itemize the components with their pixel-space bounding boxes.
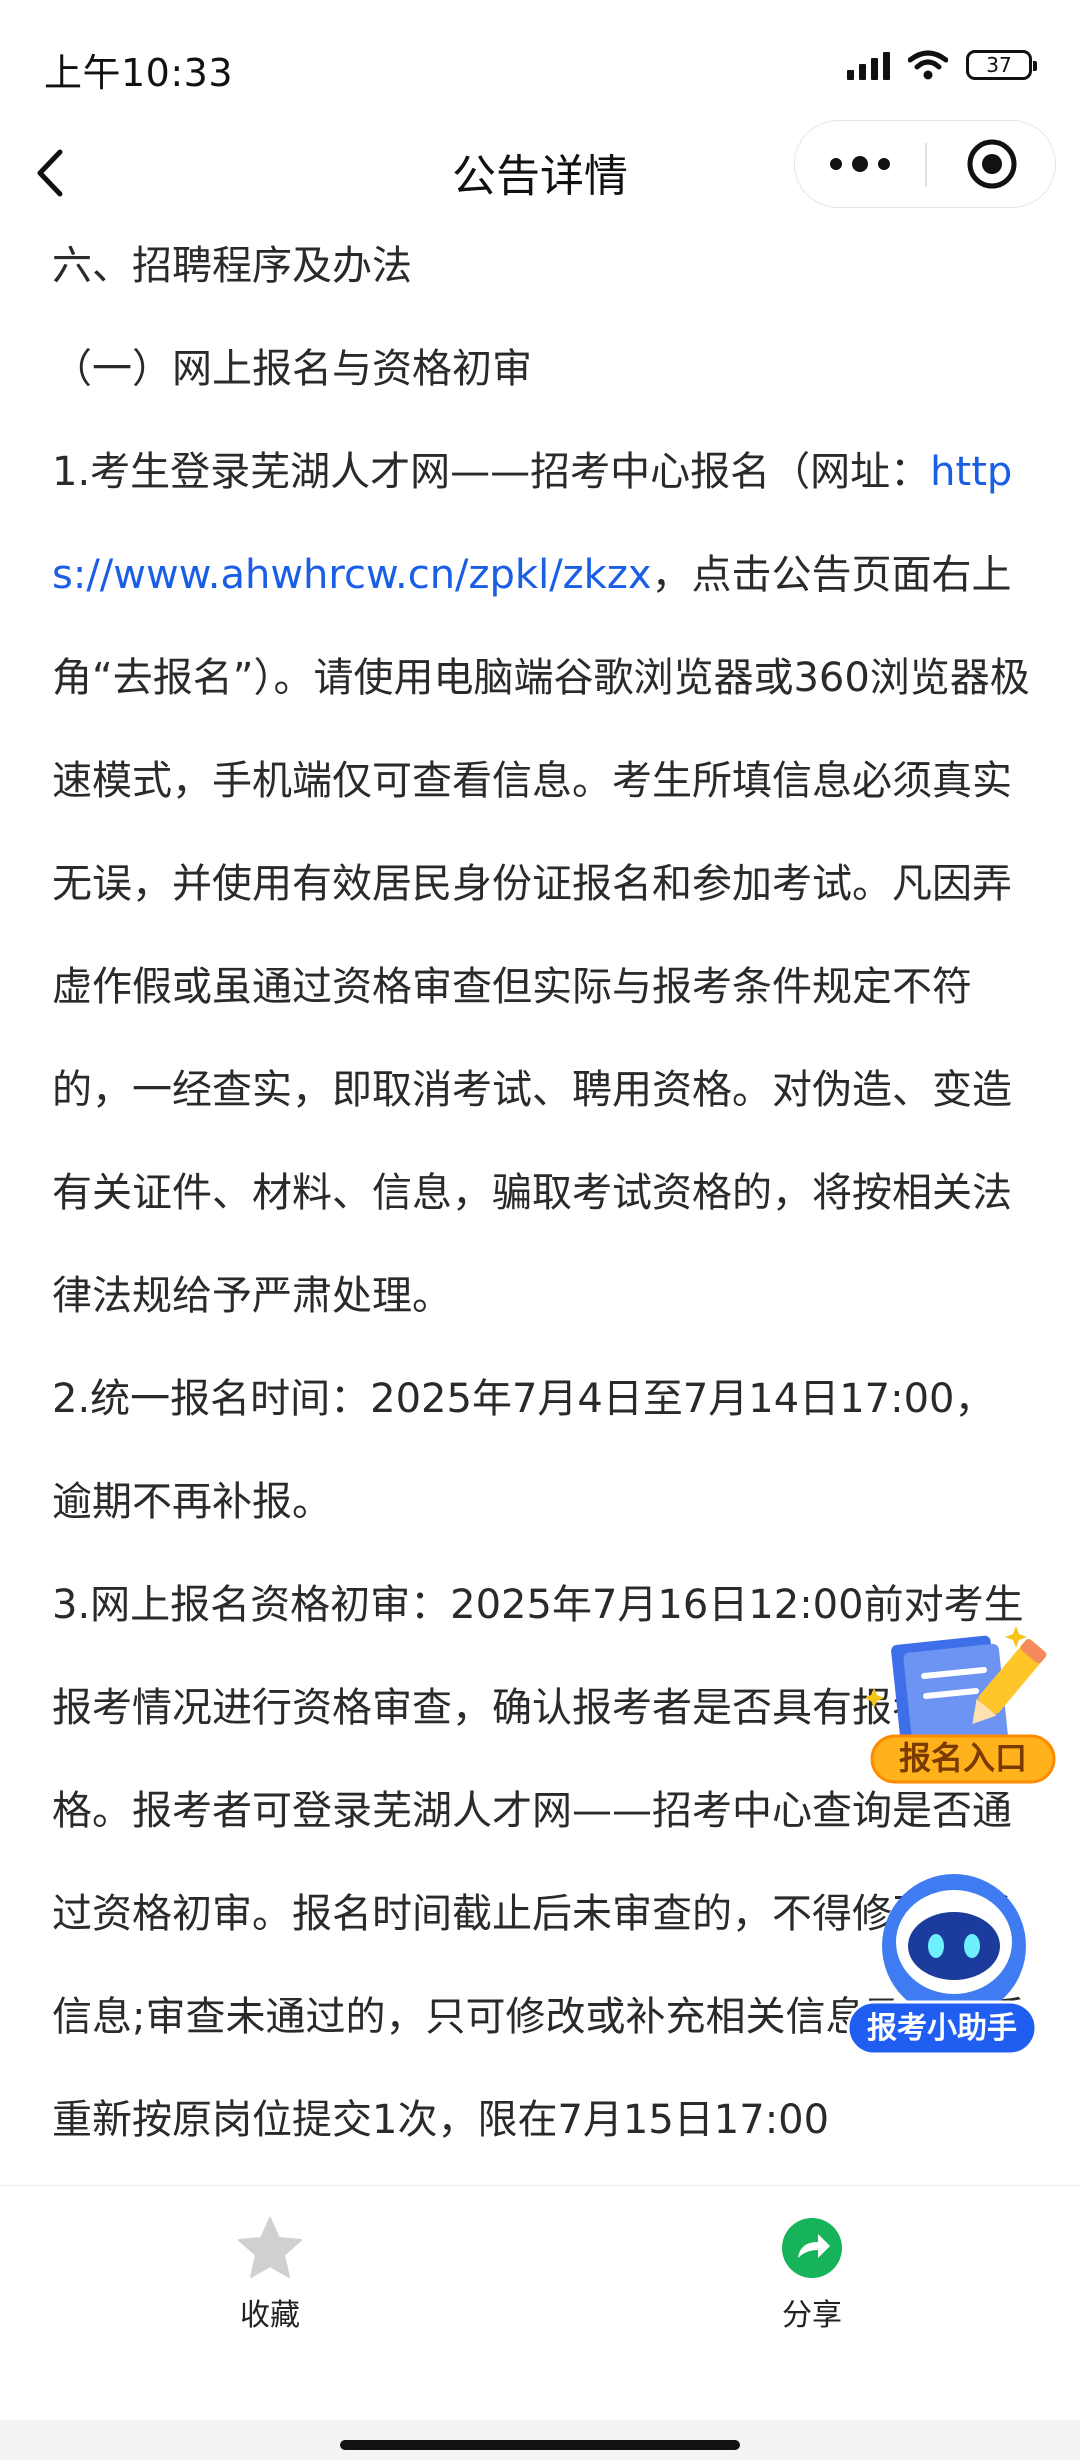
paragraph-text: ，点击公告页面右上角“去报名”）。请使用电脑端谷歌浏览器或360浏览器极速模式，… (52, 552, 1030, 1319)
battery-level: 37 (986, 53, 1012, 77)
favorite-button[interactable]: 收藏 (170, 2216, 370, 2334)
sub-heading: （一）网上报名与资格初审 (52, 346, 532, 392)
nav-bar: 公告详情 (0, 120, 1080, 230)
signup-illustration-icon: 报名入口 (864, 1626, 1056, 1784)
favorite-label: 收藏 (240, 2298, 300, 2333)
more-button[interactable] (795, 121, 925, 207)
close-miniapp-button[interactable] (927, 121, 1057, 207)
article-paragraph-2: 2.统一报名时间：2025年7月4日至7月14日17:00，逾期不再补报。 (52, 1376, 995, 1525)
status-bar: 上午10:33 37 (0, 0, 1080, 120)
home-indicator[interactable] (340, 2440, 740, 2450)
assistant-button[interactable]: 报考小助手 (842, 1870, 1042, 2070)
paragraph-text: 1.考生登录芜湖人才网——招考中心报名（网址： (52, 449, 931, 495)
bottom-action-bar: 收藏 分享 (0, 2185, 1080, 2436)
target-close-icon (967, 139, 1017, 189)
article-paragraph-1: 1.考生登录芜湖人才网——招考中心报名（网址：https://www.ahwhr… (52, 421, 1032, 1348)
share-button[interactable]: 分享 (712, 2216, 912, 2334)
section-heading: 六、招聘程序及办法 (52, 243, 412, 289)
status-icons: 37 (847, 50, 1037, 80)
signup-entry-button[interactable]: 报名入口 (864, 1618, 1060, 1788)
share-label: 分享 (782, 2298, 842, 2333)
assistant-label: 报考小助手 (867, 2011, 1017, 2046)
miniapp-capsule (794, 120, 1056, 208)
status-time: 上午10:33 (44, 51, 234, 95)
more-dots-icon (825, 156, 895, 172)
robot-assistant-icon: 报考小助手 (846, 1874, 1038, 2056)
battery-icon: 37 (966, 50, 1037, 80)
page: 上午10:33 37 公告详情 六、招聘程序及办法 （一）网上报名与资格初审 1… (0, 0, 1080, 2460)
share-arrow-icon (782, 2218, 842, 2278)
signup-entry-label: 报名入口 (899, 1739, 1027, 1777)
wifi-icon (908, 50, 948, 80)
cell-signal-icon (847, 50, 890, 80)
star-icon (238, 2217, 302, 2278)
